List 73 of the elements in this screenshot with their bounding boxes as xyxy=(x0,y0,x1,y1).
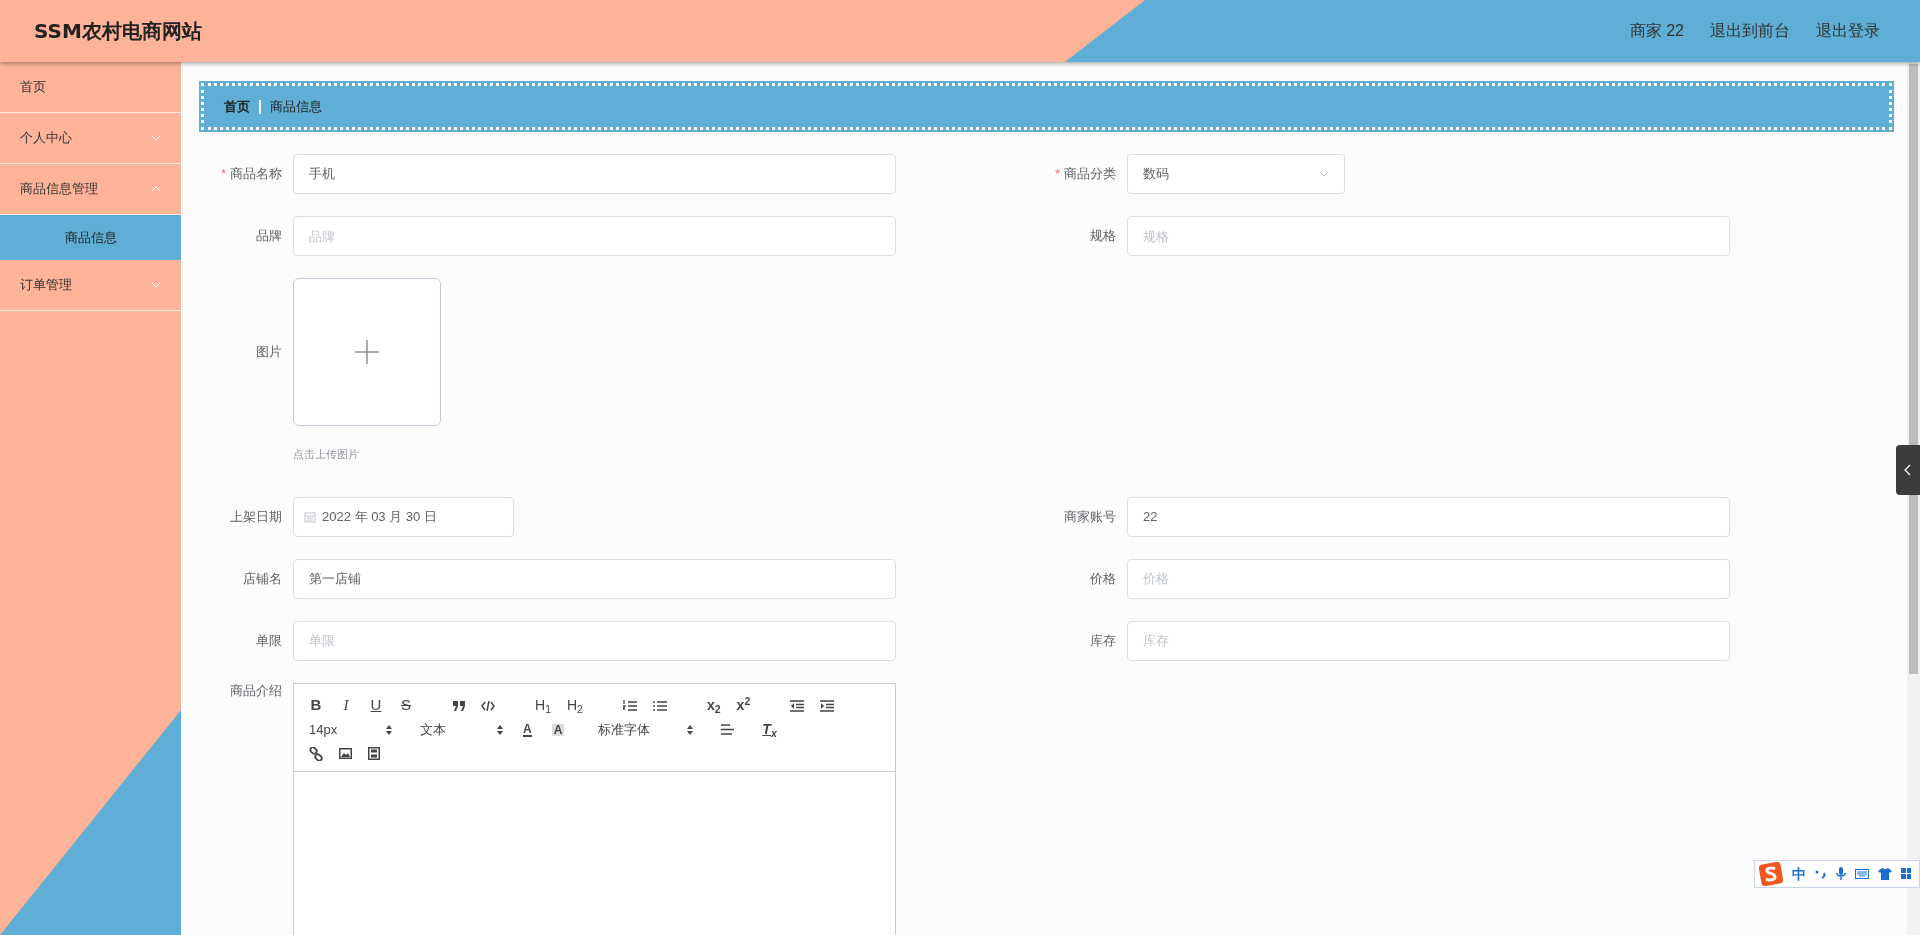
required-mark: * xyxy=(1054,165,1060,184)
calendar-icon xyxy=(304,510,316,523)
link-icon xyxy=(309,746,323,761)
upload-hint: 点击上传图片 xyxy=(293,447,360,462)
user-name: 商家 22 xyxy=(1629,21,1684,41)
text-field[interactable]: 价格 xyxy=(1127,558,1730,599)
required-mark: * xyxy=(220,165,226,184)
shirt-icon[interactable] xyxy=(1878,868,1892,880)
punctuation-icon[interactable] xyxy=(1815,869,1827,879)
heading-button[interactable]: H$_{2}$ xyxy=(566,695,583,716)
select-field[interactable]: 数码 xyxy=(1127,154,1345,194)
sidebar-item[interactable]: 个人中心 xyxy=(0,113,181,164)
breadcrumb-item[interactable]: 首页 xyxy=(224,96,250,117)
sort-arrows-icon xyxy=(497,724,503,735)
text-field[interactable]: 22 xyxy=(1127,496,1730,537)
field-label: 品牌 xyxy=(256,227,282,246)
dropdown-select[interactable]: 标准字体 xyxy=(598,719,694,740)
text-field[interactable]: 规格 xyxy=(1127,216,1730,256)
grid-icon[interactable] xyxy=(1901,868,1911,880)
script-button[interactable]: x$_{2}$ xyxy=(706,695,721,716)
format-button[interactable]: B xyxy=(309,694,323,717)
sort-arrows-icon xyxy=(687,724,694,735)
heading-button[interactable]: H$_{1}$ xyxy=(535,695,551,716)
sort-arrows-icon xyxy=(386,724,392,735)
field-label: 商品分类 xyxy=(1064,165,1116,184)
field-label: 规格 xyxy=(1090,227,1116,246)
ordered-list-icon xyxy=(622,699,637,712)
image-icon xyxy=(339,748,352,759)
field-label: 商品名称 xyxy=(230,165,282,184)
field-label: 单限 xyxy=(256,631,282,650)
dropdown-select[interactable]: 14px xyxy=(309,719,392,740)
input-mode-button[interactable]: 中 xyxy=(1792,863,1806,885)
field-label: 价格 xyxy=(1090,569,1116,588)
field-label: 图片 xyxy=(256,343,282,362)
field-label: 库存 xyxy=(1090,631,1116,650)
indent-icon xyxy=(820,699,835,712)
date-field[interactable]: 2022 年 03 月 30 日 xyxy=(293,496,514,537)
code-icon xyxy=(481,700,495,711)
bullet-list-icon xyxy=(652,699,667,712)
script-button[interactable]: x$^{2}$ xyxy=(736,695,751,716)
site-title: SSM农村电商网站 xyxy=(33,18,202,45)
align-left-icon xyxy=(721,724,735,735)
format-button[interactable]: U xyxy=(369,694,383,717)
rich-text-editor[interactable]: B I U S H$_{1}$ H$_{2}$ x$_{2}$ x$^{2}$ 14px 文本 A A 标准字体 T$_{x}$ xyxy=(293,682,896,935)
format-button[interactable]: S xyxy=(399,694,413,717)
field-label: 商品介绍 xyxy=(229,681,283,700)
highlight-button[interactable]: A xyxy=(551,723,565,736)
chevron-left-icon xyxy=(1904,464,1912,476)
sidebar-item[interactable]: 订单管理 xyxy=(0,260,181,311)
field-label: 店铺名 xyxy=(243,569,282,588)
sidebar-item[interactable]: 首页 xyxy=(0,62,181,113)
text-field[interactable]: 单限 xyxy=(293,620,896,661)
submenu-item[interactable]: 商品信息 xyxy=(0,215,181,260)
text-field[interactable]: 第一店铺 xyxy=(293,558,896,599)
field-label: 上架日期 xyxy=(230,507,282,526)
header-link[interactable]: 退出到前台 xyxy=(1710,19,1790,43)
text-field[interactable]: 库存 xyxy=(1127,620,1730,661)
text-field[interactable]: 手机 xyxy=(293,154,896,194)
clear-format-button[interactable]: T$_{x}$ xyxy=(762,719,777,740)
video-icon xyxy=(368,747,380,760)
header-link[interactable]: 退出登录 xyxy=(1816,19,1880,43)
keyboard-icon[interactable] xyxy=(1855,869,1869,879)
microphone-icon[interactable] xyxy=(1836,867,1846,881)
quote-icon xyxy=(453,700,465,711)
plus-icon xyxy=(355,340,379,364)
breadcrumb-item[interactable]: 商品信息 xyxy=(270,96,322,117)
outdent-icon xyxy=(790,699,805,712)
dropdown-select[interactable]: 文本 xyxy=(420,719,503,740)
text-field[interactable]: 品牌 xyxy=(293,216,896,256)
side-panel-toggle[interactable] xyxy=(1896,445,1920,495)
format-button[interactable]: I xyxy=(339,694,353,717)
field-label: 商家账号 xyxy=(1064,507,1116,526)
font-color-button[interactable]: A xyxy=(523,722,532,737)
